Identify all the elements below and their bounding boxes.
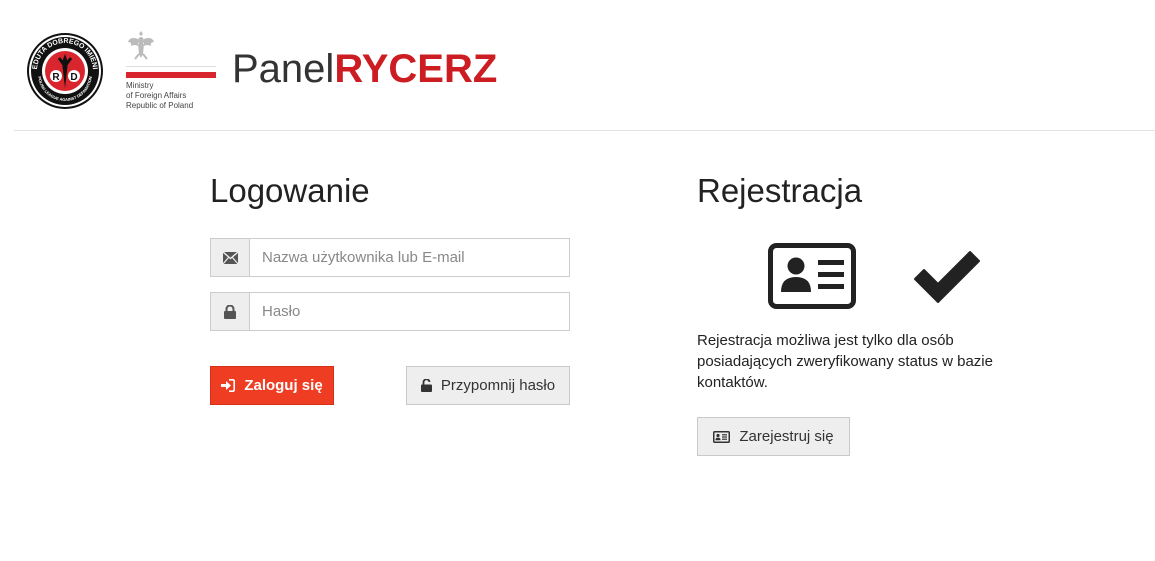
password-input[interactable] [250, 292, 570, 331]
login-button[interactable]: Zaloguj się [210, 366, 334, 405]
rdi-seal-graphic: R D REDUTA DOBREGO IMIENIA POLISH LEAGUE… [23, 27, 103, 109]
brand-title-bold: RYCERZ [334, 47, 498, 91]
login-title: Logowanie [210, 172, 370, 209]
lock-icon [210, 292, 250, 331]
polish-eagle-icon [128, 31, 154, 60]
mfa-line-3: Republic of Poland [126, 101, 194, 110]
brand-title-light: Panel [232, 47, 335, 91]
mfa-line-1: Ministry [126, 81, 154, 90]
ministry-foreign-affairs-logo[interactable]: Ministry of Foreign Affairs Republic of … [124, 28, 224, 112]
flag-red-stripe [126, 72, 216, 78]
id-card-icon [768, 243, 856, 309]
remind-password-button[interactable]: Przypomnij hasło [406, 366, 570, 405]
login-button-label: Zaloguj się [244, 377, 323, 394]
registration-title: Rejestracja [697, 172, 863, 209]
mfa-line-2: of Foreign Affairs [126, 91, 187, 100]
id-card-small-icon [713, 430, 731, 443]
remind-button-label: Przypomnij hasło [440, 377, 556, 394]
checkmark-icon [914, 251, 980, 303]
register-button-label: Zarejestruj się [739, 428, 834, 445]
rdi-letter-d: D [70, 72, 77, 83]
header-divider [14, 130, 1155, 131]
register-button[interactable]: Zarejestruj się [697, 417, 850, 456]
registration-info-text: Rejestracja możliwa jest tylko dla osób … [697, 332, 993, 391]
sign-in-icon [221, 379, 236, 392]
unlock-icon [420, 379, 432, 392]
page-header: R D REDUTA DOBREGO IMIENIA POLISH LEAGUE… [0, 0, 1155, 131]
mfa-logo-text: Ministry of Foreign Affairs Republic of … [126, 81, 193, 111]
envelope-icon [210, 238, 250, 277]
rdi-letter-r: R [52, 72, 60, 83]
username-input[interactable] [250, 238, 570, 277]
username-input-group [210, 238, 570, 277]
brand-title[interactable]: PanelRYCERZ [232, 45, 497, 93]
reduta-dobrego-imienia-logo[interactable]: R D REDUTA DOBREGO IMIENIA POLISH LEAGUE… [23, 27, 104, 110]
password-input-group [210, 292, 570, 331]
